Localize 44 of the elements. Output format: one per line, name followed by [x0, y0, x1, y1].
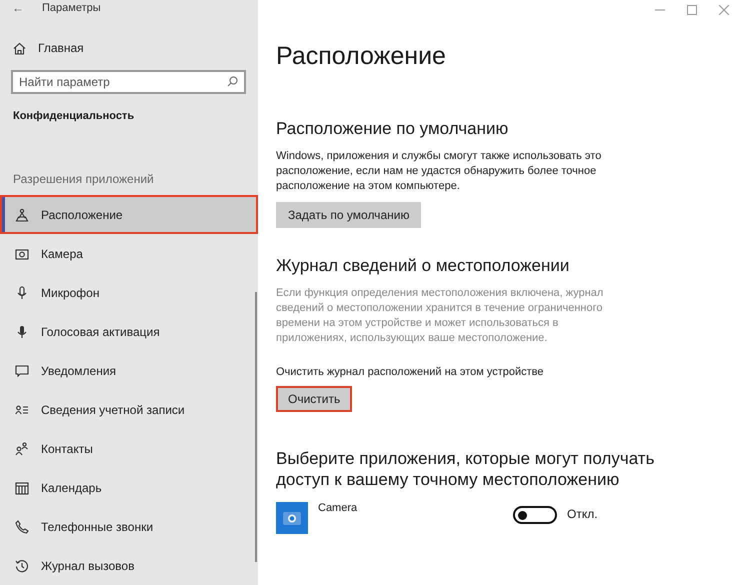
description: Windows, приложения и службы смогут также использовать это расположение, если нам не удастся обнаружить более точное расположение на этом компьютере. — [276, 149, 602, 194]
calendar-icon — [15, 480, 29, 494]
home-icon — [13, 42, 26, 55]
search-icon — [227, 76, 238, 87]
contacts-icon — [15, 442, 29, 456]
sidebar-item[interactable]: Микрофон — [0, 273, 258, 312]
clear-label: Очистить журнал расположений на этом устройстве — [276, 366, 545, 378]
sidebar-item[interactable]: Уведомления — [0, 351, 258, 390]
group-label: Разрешения приложений — [13, 172, 155, 186]
sidebar-item[interactable]: Голосовая активация — [0, 312, 258, 351]
sidebar-item[interactable]: Календарь — [0, 468, 258, 507]
camera-app-icon — [276, 502, 308, 534]
sidebar-item[interactable]: Камера — [0, 234, 258, 273]
history-icon — [15, 558, 29, 572]
clear-button[interactable]: Очистить — [276, 386, 352, 412]
set-default-button[interactable]: Задать по умолчанию — [276, 202, 422, 228]
section-heading: Журнал сведений о местоположении — [276, 256, 570, 276]
camera-icon — [15, 246, 29, 260]
sidebar-item[interactable]: Сведения учетной записи — [0, 390, 258, 429]
back-button[interactable]: ← — [12, 0, 42, 15]
sidebar-item[interactable]: Контакты — [0, 429, 258, 468]
sidebar-item[interactable]: Расположение — [0, 195, 258, 234]
app-name: Camera — [318, 502, 358, 514]
page-title: Расположение — [276, 42, 447, 71]
section-title: Конфиденциальность — [13, 110, 136, 122]
phone-icon — [15, 520, 29, 534]
section-heading: Выберите приложения, которые могут получать доступ к вашему точному местоположению — [276, 448, 656, 490]
scrollbar[interactable] — [255, 292, 257, 562]
maximize-icon — [687, 5, 697, 15]
location-icon — [15, 208, 29, 222]
section-heading: Расположение по умолчанию — [276, 119, 510, 139]
microphone-icon — [15, 324, 29, 338]
close-icon — [719, 5, 729, 15]
toggle-switch[interactable] — [513, 506, 557, 524]
home-link[interactable]: Главная — [38, 41, 84, 56]
window-title: Параметры — [42, 2, 101, 14]
account-icon — [15, 402, 29, 416]
search-field[interactable]: Найти параметр — [11, 70, 246, 94]
sidebar-item[interactable]: Журнал вызовов — [0, 546, 258, 585]
message-icon — [15, 364, 29, 378]
microphone-icon — [15, 286, 29, 300]
toggle-state: Откл. — [567, 507, 598, 521]
description: Если функция определения местоположения включена, журнал сведений о местоположении хранится в течение ограниченного времени на этом устройстве и может использоваться в приложениях, использующих ваше местоположение. — [276, 286, 604, 346]
sidebar-item[interactable]: Телефонные звонки — [0, 507, 258, 546]
